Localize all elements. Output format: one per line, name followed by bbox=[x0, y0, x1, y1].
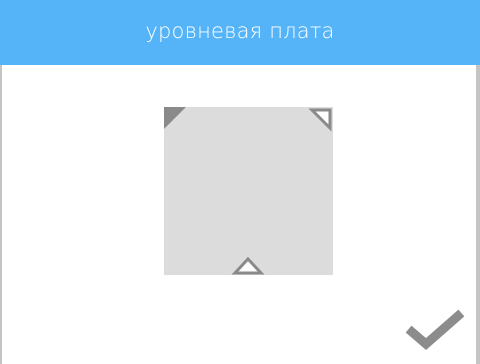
title-bar: уровневая плата bbox=[0, 0, 480, 65]
level-bed-screen: уровневая плата bbox=[0, 0, 480, 364]
page-title: уровневая плата bbox=[145, 18, 335, 43]
confirm-button[interactable] bbox=[404, 306, 466, 352]
level-point-front-right-icon[interactable] bbox=[308, 108, 332, 132]
level-point-back-center-icon[interactable] bbox=[231, 256, 265, 275]
frame-left-border bbox=[0, 65, 2, 364]
level-point-front-left-icon[interactable] bbox=[164, 107, 186, 129]
checkmark-icon bbox=[405, 309, 465, 350]
frame-right-border bbox=[476, 65, 480, 364]
print-bed bbox=[164, 107, 333, 275]
